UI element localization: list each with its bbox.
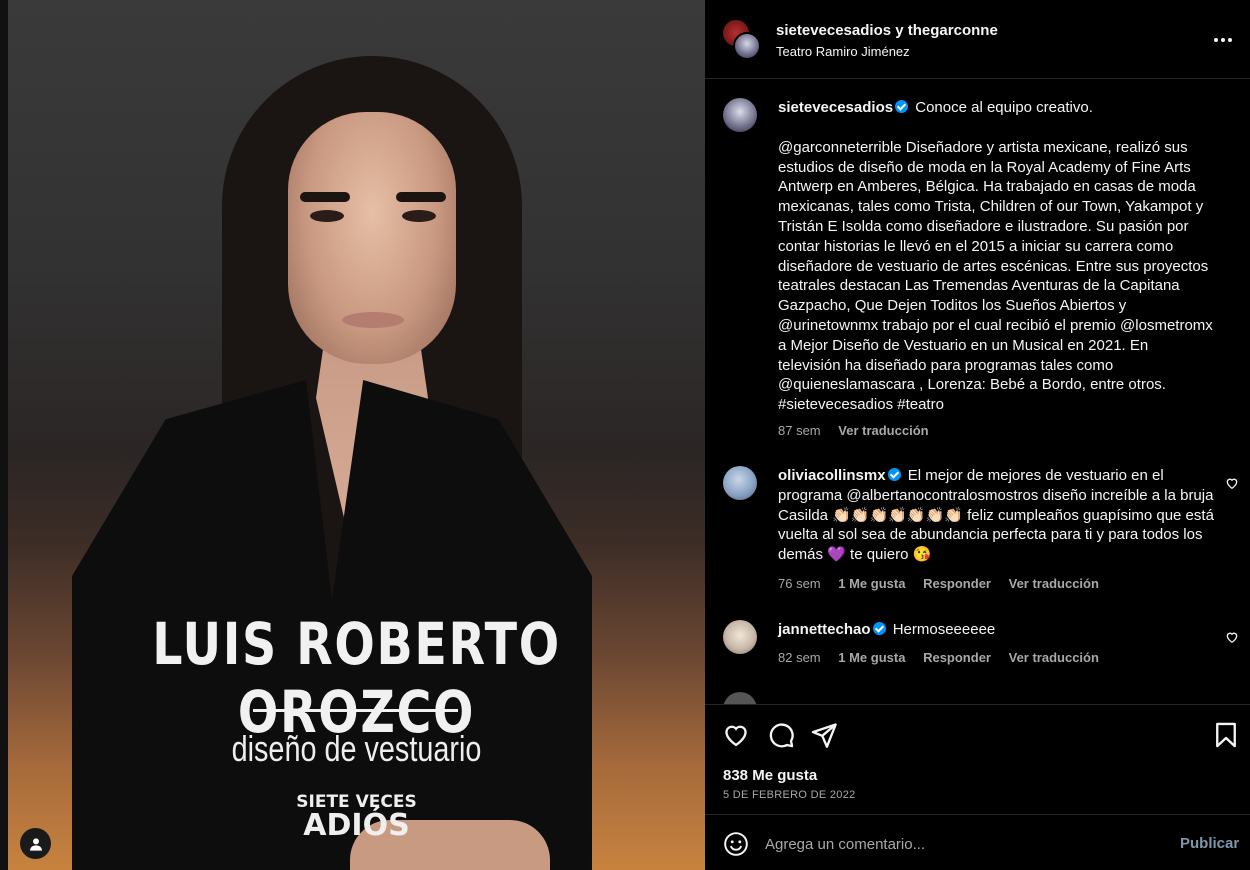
publish-button[interactable]: Publicar: [1180, 835, 1239, 852]
author-avatars[interactable]: [723, 20, 763, 60]
caption-time[interactable]: 87 sem: [778, 423, 821, 438]
author-link-thegarconne[interactable]: thegarconne: [908, 22, 998, 39]
comment-body: Hermoseeeeee: [892, 621, 996, 638]
reply-button[interactable]: Responder: [923, 650, 991, 665]
post-authors: sietevecesadios y thegarconne: [776, 22, 998, 39]
heart-icon[interactable]: [722, 721, 750, 749]
comment-icon[interactable]: [767, 721, 795, 749]
emoji-icon[interactable]: [723, 831, 749, 857]
comment-item: jannettechao Hermoseeeeee 82 sem 1 Me gu…: [723, 620, 1238, 680]
portrait-brow-right: [396, 192, 446, 202]
caption-body: @garconneterrible Diseñadore y artista m…: [778, 138, 1213, 414]
poster-subtitle: diseño de vestuario: [231, 728, 482, 769]
comment-meta: 82 sem 1 Me gusta Responder Ver traducci…: [778, 650, 1113, 665]
comment-likes[interactable]: 1 Me gusta: [838, 576, 905, 591]
user-tag-icon: [29, 837, 42, 851]
comment-form: Publicar: [705, 814, 1250, 870]
portrait-eye-left: [310, 210, 344, 222]
comment-text: oliviacollinsmx El mejor de mejores de v…: [778, 466, 1214, 565]
bookmark-icon[interactable]: [1212, 721, 1240, 749]
poster-logo: SIETE VECES ADIÓS: [8, 794, 705, 841]
poster-divider: [253, 709, 458, 712]
portrait-mouth: [342, 312, 404, 328]
likes-count[interactable]: 838 Me gusta: [723, 767, 817, 784]
heart-icon[interactable]: [1225, 630, 1239, 644]
verified-icon: [895, 100, 909, 113]
user-tag-button[interactable]: [20, 828, 51, 859]
comment-time[interactable]: 76 sem: [778, 576, 821, 591]
comment-username[interactable]: oliviacollinsmx: [778, 467, 886, 484]
portrait-eye-right: [402, 210, 436, 222]
comment-input[interactable]: [765, 831, 1165, 857]
comment-item-partial: [723, 692, 1233, 704]
image-edge: [0, 0, 8, 870]
avatar[interactable]: [723, 692, 757, 704]
verified-icon: [872, 622, 886, 635]
caption-text: sietevecesadios Conoce al equipo creativ…: [778, 98, 1214, 415]
more-horizontal-icon: [1214, 38, 1232, 42]
avatar[interactable]: [723, 620, 757, 654]
reply-button[interactable]: Responder: [923, 576, 991, 591]
heart-icon[interactable]: [1225, 476, 1239, 490]
comment-time[interactable]: 82 sem: [778, 650, 821, 665]
post-header: sietevecesadios y thegarconne Teatro Ram…: [705, 0, 1250, 79]
comment-text: jannettechao Hermoseeeeee: [778, 620, 1214, 640]
portrait-brow-left: [300, 192, 350, 202]
caption-translate-link[interactable]: Ver traducción: [838, 423, 928, 438]
location-link[interactable]: Teatro Ramiro Jiménez: [776, 44, 910, 59]
avatar[interactable]: [723, 98, 757, 132]
authors-joiner: y: [891, 22, 908, 39]
more-options-button[interactable]: [1205, 26, 1241, 54]
avatar[interactable]: [723, 466, 757, 500]
post-image[interactable]: LUIS ROBERTO OROZCO diseño de vestuario …: [0, 0, 705, 870]
translate-link[interactable]: Ver traducción: [1009, 650, 1099, 665]
post-panel: sietevecesadios y thegarconne Teatro Ram…: [705, 0, 1250, 870]
comment-likes[interactable]: 1 Me gusta: [838, 650, 905, 665]
send-icon[interactable]: [810, 721, 838, 749]
poster-logo-line2: ADIÓS: [303, 808, 410, 843]
caption-meta: 87 sem Ver traducción: [778, 423, 943, 438]
verified-icon: [887, 468, 901, 481]
poster-title: LUIS ROBERTO OROZCO: [152, 610, 561, 746]
translate-link[interactable]: Ver traducción: [1009, 576, 1099, 591]
caption-gap: [778, 118, 1214, 138]
comment-username[interactable]: jannettechao: [778, 621, 871, 638]
comments-scroll-area[interactable]: sietevecesadios Conoce al equipo creativ…: [705, 80, 1250, 704]
caption: sietevecesadios Conoce al equipo creativ…: [723, 98, 1233, 468]
author-link-sietevecesadios[interactable]: sietevecesadios: [776, 22, 891, 39]
caption-username[interactable]: sietevecesadios: [778, 99, 893, 116]
post-date[interactable]: 5 DE FEBRERO DE 2022: [723, 789, 856, 801]
comment-item: oliviacollinsmx El mejor de mejores de v…: [723, 466, 1238, 596]
caption-intro: Conoce al equipo creativo.: [915, 99, 1093, 116]
post-actions: 838 Me gusta 5 DE FEBRERO DE 2022: [705, 704, 1250, 814]
comment-meta: 76 sem 1 Me gusta Responder Ver traducci…: [778, 576, 1113, 591]
avatar-sietevecesadios[interactable]: [733, 32, 761, 60]
